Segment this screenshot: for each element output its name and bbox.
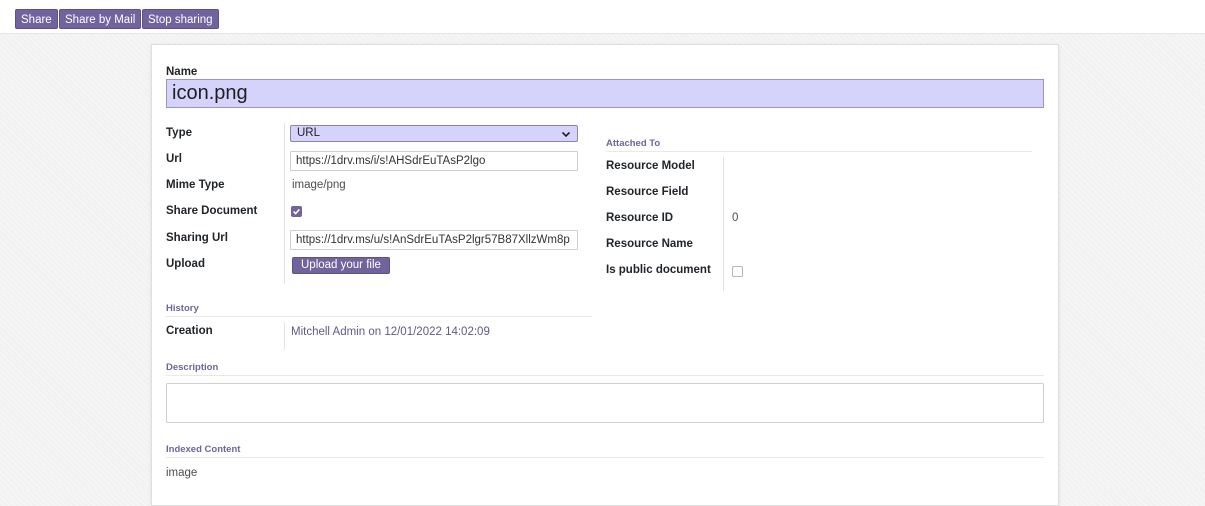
indexed-content-heading: Indexed Content	[166, 444, 241, 455]
name-input[interactable]: icon.png	[166, 79, 1044, 108]
type-label: Type	[166, 127, 192, 139]
label-divider	[284, 123, 285, 284]
history-separator	[166, 316, 592, 317]
sharing-url-label: Sharing Url	[166, 232, 228, 244]
share-by-mail-button[interactable]: Share by Mail	[59, 9, 142, 29]
resource-id-value[interactable]: 0	[732, 212, 738, 224]
mime-type-label: Mime Type	[166, 179, 225, 191]
share-document-checkbox[interactable]	[291, 206, 302, 217]
upload-label: Upload	[166, 258, 205, 270]
mime-type-value: image/png	[292, 179, 346, 191]
is-public-label: Is public document	[606, 264, 711, 276]
creation-value: Mitchell Admin on 12/01/2022 14:02:09	[291, 326, 490, 338]
resource-field-label: Resource Field	[606, 186, 689, 198]
history-label-divider	[284, 322, 285, 350]
name-label: Name	[166, 66, 198, 78]
share-document-label: Share Document	[166, 205, 258, 217]
type-select-value: URL	[297, 127, 321, 139]
creation-label: Creation	[166, 325, 213, 337]
action-toolbar: Share Share by Mail Stop sharing	[0, 0, 1205, 34]
attached-to-separator	[606, 151, 1032, 152]
upload-file-button[interactable]: Upload your file	[292, 257, 390, 274]
attached-label-divider	[723, 157, 724, 291]
type-select[interactable]: URL	[290, 125, 578, 142]
resource-model-label: Resource Model	[606, 160, 695, 172]
check-icon	[293, 208, 300, 215]
share-button[interactable]: Share	[15, 9, 58, 29]
history-heading: History	[166, 303, 199, 314]
attached-to-heading: Attached To	[606, 138, 661, 149]
form-sheet: Name icon.png Type Url Mime Type Share D…	[151, 44, 1059, 506]
chevron-down-icon	[561, 131, 571, 138]
resource-name-label: Resource Name	[606, 238, 693, 250]
url-input[interactable]: https://1drv.ms/i/s!AHSdrEuTAsP2lgo	[290, 151, 578, 171]
indexed-content-separator	[166, 457, 1044, 458]
stop-sharing-button[interactable]: Stop sharing	[142, 9, 219, 29]
sharing-url-input[interactable]: https://1drv.ms/u/s!AnSdrEuTAsP2lgr57B87…	[290, 230, 578, 250]
is-public-checkbox[interactable]	[732, 266, 743, 277]
resource-id-label: Resource ID	[606, 212, 674, 224]
indexed-content-value: image	[166, 467, 198, 479]
url-label: Url	[166, 153, 182, 165]
description-separator	[166, 375, 1044, 376]
description-heading: Description	[166, 362, 219, 373]
description-textarea[interactable]	[166, 383, 1044, 423]
